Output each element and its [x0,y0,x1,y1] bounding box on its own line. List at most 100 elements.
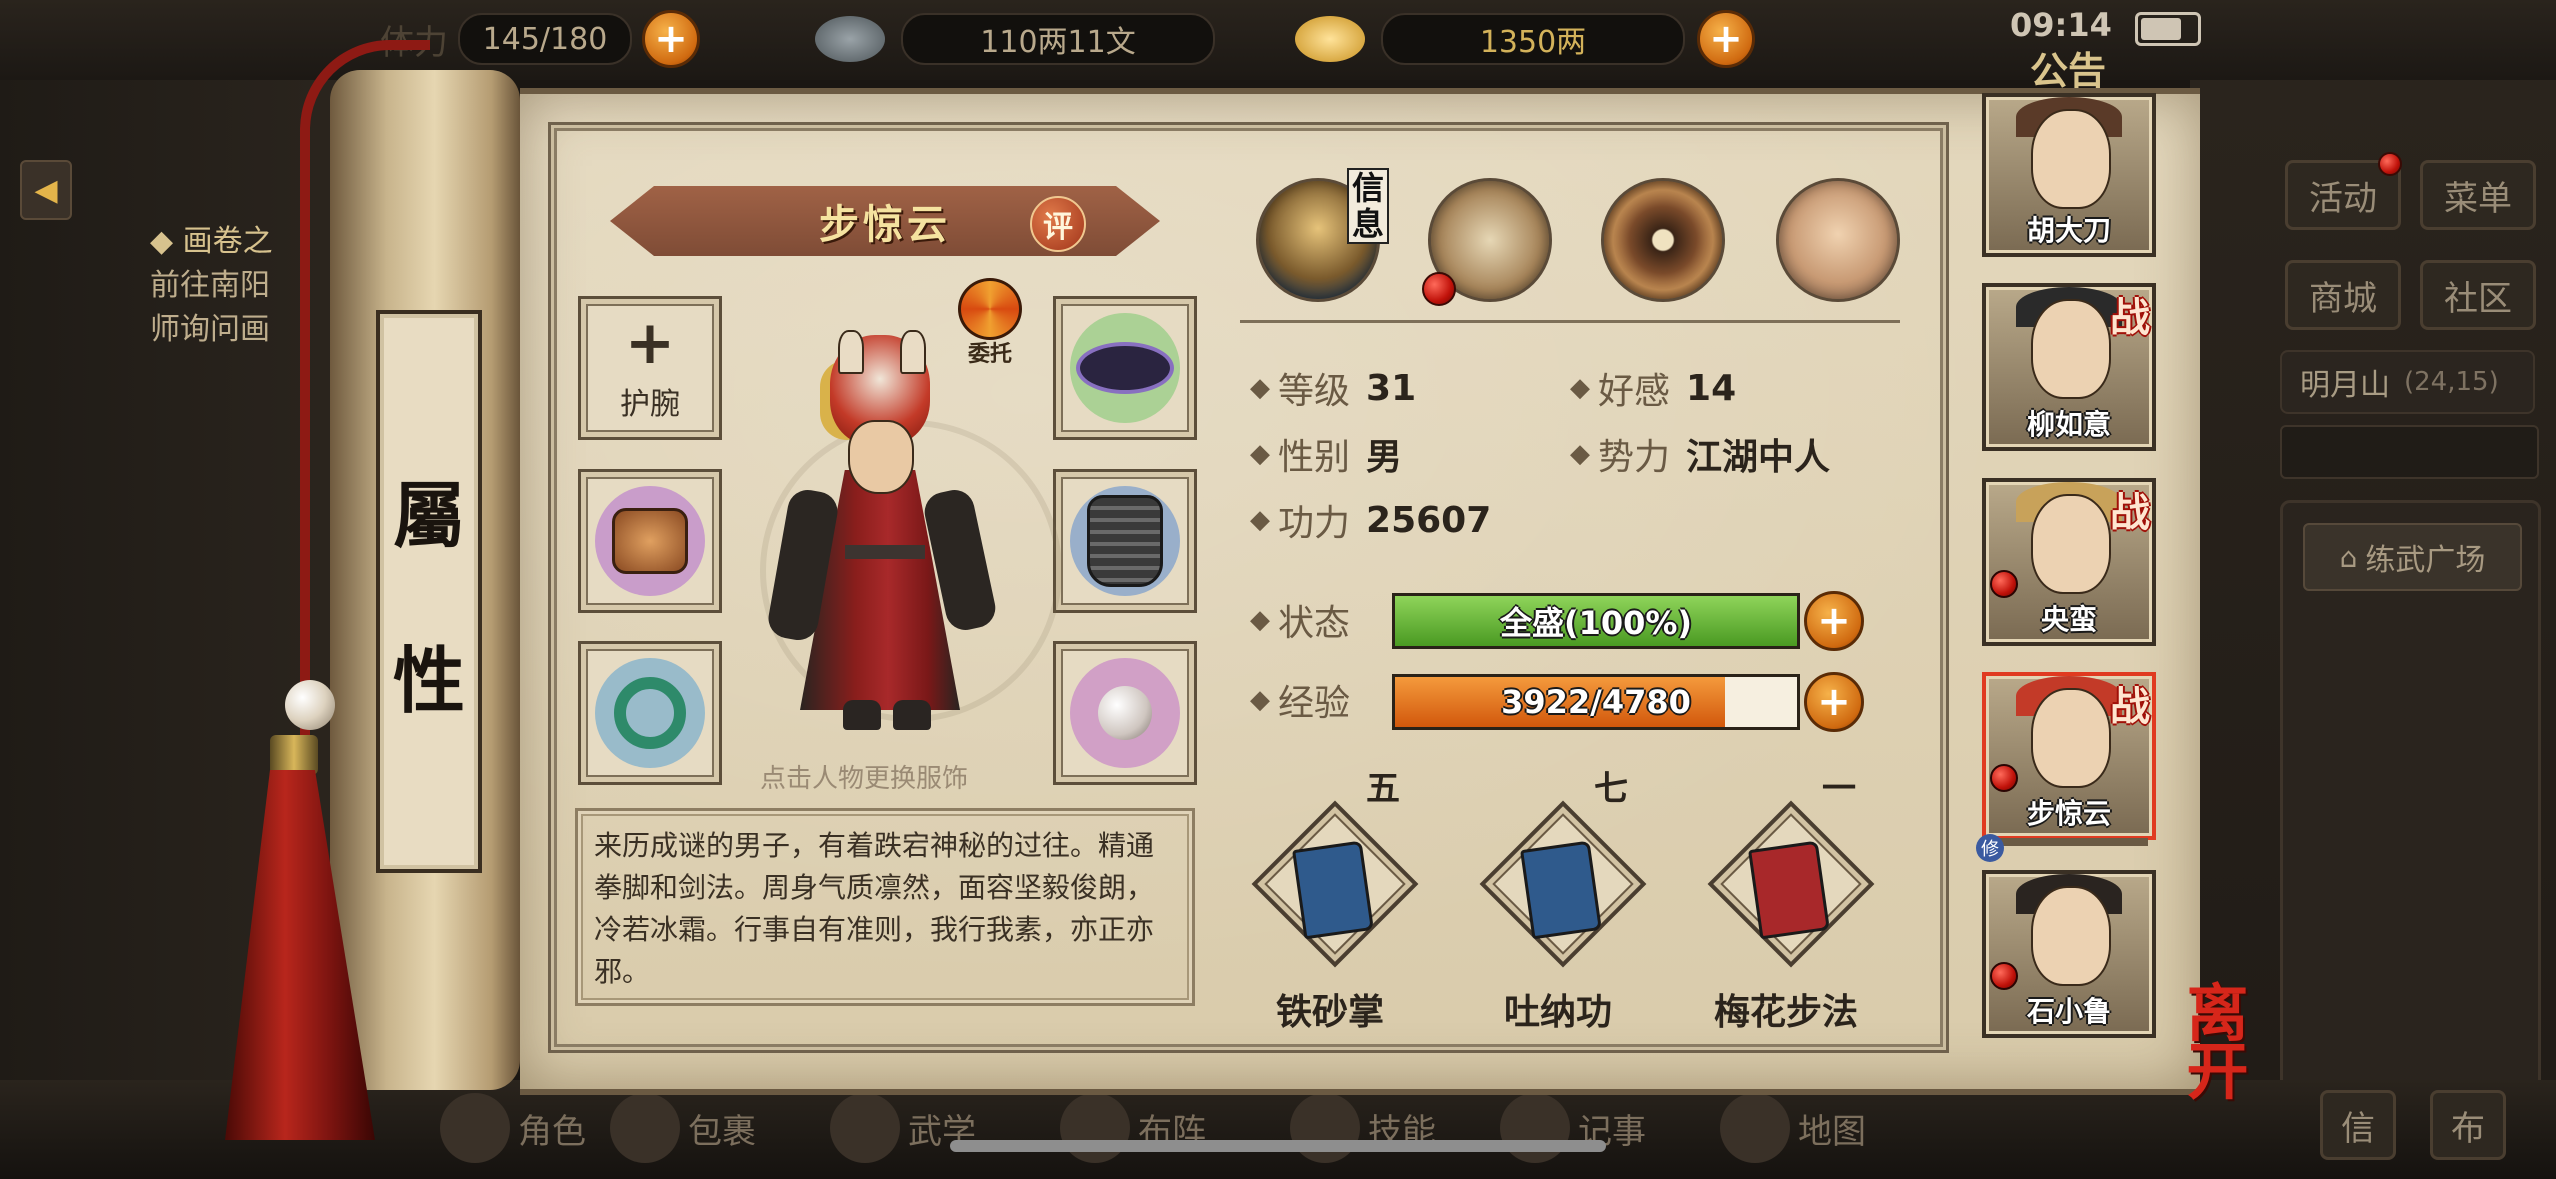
bag-nav-icon [610,1093,680,1163]
nav-bag[interactable]: 包裹 [610,1088,756,1168]
favor-stat: ◆ 好感 14 [1570,362,1736,414]
nav-journal[interactable]: 记事 [1500,1088,1646,1168]
portrait-head [2031,886,2111,986]
skill-name: 吐纳功 [1503,992,1612,1033]
silver-value: 110两11文 [901,13,1215,65]
change-outfit-hint: 点击人物更换服饰 [760,764,969,794]
diamond-bullet-icon: ◆ [1570,439,1590,469]
nav-map[interactable]: 地图 [1720,1088,1866,1168]
collapse-arrow-icon[interactable]: ◀ [20,160,72,220]
layout-button[interactable]: 布 [2430,1090,2506,1160]
minimap[interactable] [2280,425,2539,479]
accessory-slot[interactable] [578,469,722,613]
rate-button[interactable]: 评 [1030,196,1086,252]
roster-member-1[interactable]: 胡大刀 [1982,93,2156,257]
exp-label: 经验 [1278,683,1351,724]
add-stamina-button[interactable]: + [642,10,700,68]
tassel-cap [270,735,318,775]
roster-member-2[interactable]: 柳如意 战 [1982,283,2156,451]
battle-badge: 战 [2110,684,2150,730]
location-display[interactable]: 明月山 (24,15) [2280,350,2535,414]
nav-skills[interactable]: 技能 [1290,1088,1436,1168]
tab-body[interactable] [1770,172,1900,302]
entrust-swirl-icon [958,278,1022,340]
level-value: 31 [1366,367,1417,409]
roster-member-5[interactable]: 石小鲁 [1982,870,2156,1038]
level-stat: ◆ 等级 31 [1250,362,1416,414]
figure-boot-left [843,700,881,730]
roster-member-3[interactable]: 央蛮 战 [1982,478,2156,646]
roster-alert-dot [1990,764,2018,792]
skill-slot-2[interactable]: 七 吐纳功 [1468,769,1648,1045]
figure-horn-left [838,330,864,374]
silver-resource: 110两11文 [815,10,1215,68]
announcement-button[interactable]: 公告 [2030,40,2106,95]
martial-nav-icon [830,1093,900,1163]
training-ground-button[interactable]: ⌂ 练武广场 [2303,523,2522,591]
pouch-icon [612,508,688,574]
nav-character[interactable]: 角色 [440,1088,586,1168]
gold-ingot-icon [1295,16,1365,62]
wrist-slot[interactable]: + 护腕 [578,296,722,440]
headband-slot[interactable] [1053,296,1197,440]
headband-icon [1076,342,1174,394]
portrait-head [2031,109,2111,209]
armor-slot[interactable] [1053,469,1197,613]
quest-tracker[interactable]: ◆ 画卷之 前往南阳 师询问画 [150,220,273,352]
home-indicator[interactable] [950,1140,1606,1152]
tassel-cord [300,40,430,790]
mail-button[interactable]: 信 [2320,1090,2396,1160]
map-nav-icon [1720,1093,1790,1163]
roster-member-4[interactable]: 步惊云 战 [1982,672,2156,840]
roster-name: 柳如意 [2026,408,2111,441]
notification-dot [2378,152,2402,176]
menu-button[interactable]: 菜单 [2420,160,2536,230]
state-stat: ◆ 状态 [1250,594,1350,646]
character-nav-icon [440,1093,510,1163]
state-bar-text: 全盛(100%) [1499,604,1693,642]
gold-value: 1350两 [1381,13,1685,65]
pendant-slot[interactable] [1053,641,1197,785]
skill-slot-3[interactable]: 一 梅花步法 [1696,769,1876,1045]
home-icon: ⌂ [2339,540,2358,574]
add-exp-button[interactable]: + [1804,672,1864,732]
roster-alert-dot [1990,570,2018,598]
roster-name: 胡大刀 [2026,214,2111,247]
bagua-icon [1601,178,1725,302]
ring-slot[interactable] [578,641,722,785]
tab-bagua[interactable] [1595,172,1725,302]
tab-info-label: 信息 [1347,168,1389,244]
faction-stat: ◆ 势力 江湖中人 [1570,428,1830,480]
skill-book-icon [1520,840,1602,940]
mall-button[interactable]: 商城 [2285,260,2401,330]
portrait-head [2031,299,2111,399]
pearl-pendant-icon [1098,686,1152,740]
nav-martial[interactable]: 武学 [830,1088,976,1168]
leave-button[interactable]: 离开 [2165,983,2270,1103]
entrust-label: 委托 [967,342,1012,367]
add-icon: + [624,308,676,378]
stamina-value: 145/180 [458,13,632,65]
figure-face [848,420,914,494]
restore-state-button[interactable]: + [1804,591,1864,651]
cultivate-tag: 修 [1976,834,2004,862]
diamond-bullet-icon: ◆ [1570,373,1590,403]
diamond-bullet-icon: ◆ [1250,685,1270,715]
add-gold-button[interactable]: + [1697,10,1755,68]
nav-label: 地图 [1798,1111,1866,1152]
gold-resource: 1350两 + [1295,10,1755,68]
skill-name: 梅花步法 [1713,992,1858,1033]
portrait-head [2031,688,2111,788]
nav-formation[interactable]: 布阵 [1060,1088,1206,1168]
jade-ring-icon [614,677,686,749]
entrust-button[interactable]: 委托 [955,278,1025,368]
skill-slot-1[interactable]: 五 铁砂掌 [1240,769,1420,1045]
community-button[interactable]: 社区 [2420,260,2536,330]
diamond-bullet-icon: ◆ [1250,505,1270,535]
power-stat: ◆ 功力 25607 [1250,494,1491,546]
roster-name: 石小鲁 [2026,995,2111,1028]
quest-line-1: 前往南阳 [150,268,270,303]
skill-book-icon [1748,840,1830,940]
location-coords: (24,15) [2404,367,2499,397]
skill-level: 七 [1594,769,1628,809]
